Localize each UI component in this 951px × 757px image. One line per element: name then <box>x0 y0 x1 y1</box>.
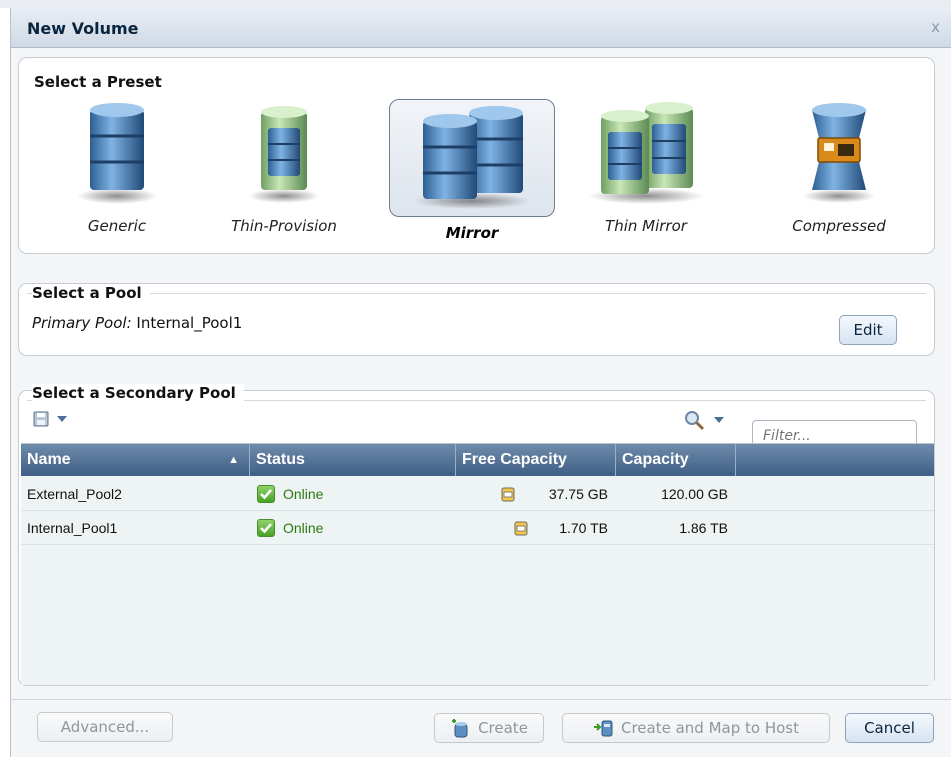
preset-mirror-label: Mirror <box>445 224 499 242</box>
preset-compressed-label: Compressed <box>792 217 886 235</box>
create-map-host-icon <box>593 720 613 737</box>
preset-thin-mirror[interactable]: Thin Mirror <box>563 92 729 244</box>
secondary-pool-group: Select a Secondary Pool Name ▲ Status Fr… <box>18 384 935 686</box>
cancel-button[interactable]: Cancel <box>845 713 934 743</box>
preset-group-title: Select a Preset <box>34 73 170 91</box>
preset-thin-mirror-label: Thin Mirror <box>605 217 687 235</box>
create-and-map-button[interactable]: Create and Map to Host <box>562 713 830 743</box>
column-header-name-label: Name <box>27 451 71 468</box>
column-header-name[interactable]: Name ▲ <box>21 444 250 476</box>
preset-compressed[interactable]: Compressed <box>756 92 922 244</box>
search-options-chevron-icon[interactable] <box>713 416 725 424</box>
online-check-icon <box>257 519 275 537</box>
pool-name-cell: External_Pool2 <box>27 486 122 502</box>
create-button[interactable]: Create <box>434 713 544 743</box>
preset-generic[interactable]: Generic <box>34 92 200 244</box>
close-icon[interactable]: x <box>931 18 940 36</box>
search-icon[interactable] <box>683 409 705 431</box>
secondary-group-title: Select a Secondary Pool <box>32 384 244 402</box>
create-and-map-button-label: Create and Map to Host <box>620 719 799 737</box>
pool-capacity-icon <box>501 487 515 502</box>
create-volume-icon <box>452 719 468 738</box>
sort-ascending-icon: ▲ <box>228 454 239 466</box>
table-header: Name ▲ Status Free Capacity Capacity <box>21 444 934 476</box>
dialog-titlebar: New Volume x <box>11 8 951 48</box>
status-cell: Online <box>283 520 324 536</box>
edit-pool-button[interactable]: Edit <box>839 315 897 345</box>
column-header-free-capacity[interactable]: Free Capacity <box>456 444 616 476</box>
generic-volume-icon <box>77 103 157 204</box>
capacity-cell: 1.86 TB <box>679 520 728 536</box>
free-capacity-cell: 37.75 GB <box>548 486 608 502</box>
primary-pool-value: Internal_Pool1 <box>136 314 243 332</box>
preset-thin-provision[interactable]: Thin-Provision <box>201 92 367 244</box>
preset-group: Select a Preset Generic Thin-Provision M… <box>18 57 935 254</box>
compressed-volume-icon <box>803 103 875 203</box>
thin-mirror-volume-icon <box>588 102 704 204</box>
thin-provision-volume-icon <box>248 106 320 203</box>
table-row[interactable]: Internal_Pool1 Online 1.70 TB 1.86 TB <box>21 511 934 545</box>
footer-divider <box>10 699 951 700</box>
create-button-label: Create <box>478 719 528 737</box>
preset-generic-label: Generic <box>87 217 147 235</box>
dialog-title: New Volume <box>27 19 139 38</box>
pool-group: Select a Pool Primary Pool: Internal_Poo… <box>18 283 935 356</box>
free-capacity-cell: 1.70 TB <box>559 520 608 536</box>
mirror-volume-icon <box>414 106 530 209</box>
pool-group-title: Select a Pool <box>32 284 150 302</box>
preset-mirror[interactable]: Mirror <box>389 99 555 251</box>
online-check-icon <box>257 485 275 503</box>
save-icon[interactable] <box>33 411 49 427</box>
primary-pool-line: Primary Pool: Internal_Pool1 <box>32 314 242 332</box>
column-header-capacity[interactable]: Capacity <box>616 444 736 476</box>
primary-pool-label: Primary Pool: <box>32 314 132 332</box>
advanced-button[interactable]: Advanced... <box>37 712 173 742</box>
save-options-chevron-icon[interactable] <box>56 415 68 423</box>
capacity-cell: 120.00 GB <box>661 486 728 502</box>
pool-group-divider <box>27 293 926 294</box>
pool-name-cell: Internal_Pool1 <box>27 520 118 536</box>
table-row[interactable]: External_Pool2 Online 37.75 GB 120.00 GB <box>21 477 934 511</box>
preset-thin-provision-label: Thin-Provision <box>231 217 337 235</box>
status-cell: Online <box>283 486 324 502</box>
column-header-status[interactable]: Status <box>250 444 456 476</box>
background-window-strip <box>0 0 951 8</box>
secondary-pool-table: Name ▲ Status Free Capacity Capacity Ext… <box>21 443 934 685</box>
table-toolbar <box>19 409 934 452</box>
